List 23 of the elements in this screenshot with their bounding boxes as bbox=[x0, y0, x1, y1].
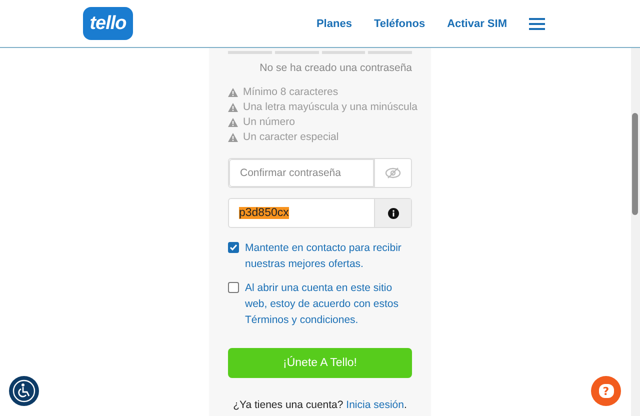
tello-logo[interactable]: tello bbox=[83, 7, 133, 40]
checkbox[interactable] bbox=[228, 242, 239, 253]
menu-icon[interactable] bbox=[529, 18, 545, 30]
requirement-text: Mínimo 8 caracteres bbox=[243, 86, 338, 98]
signin-prompt: ¿Ya tienes una cuenta? Inicia sesión. bbox=[232, 399, 408, 411]
signin-link[interactable]: Inicia sesión bbox=[346, 399, 404, 411]
checkbox-label: Al abrir una cuenta en este sitio web, estoy de acuerdo con estos Términos y condiciones. bbox=[245, 281, 400, 328]
scrollbar[interactable] bbox=[631, 48, 640, 416]
accessibility-button[interactable] bbox=[9, 376, 39, 406]
checkbox-label: Mantente en contacto para recibir nuestras mejores ofertas. bbox=[245, 241, 402, 272]
requirement-text: Una letra mayúscula y una minúscula bbox=[243, 101, 418, 113]
code-field[interactable]: p3d850cx bbox=[228, 198, 412, 228]
requirement-text: Un número bbox=[243, 116, 295, 128]
info-icon[interactable] bbox=[388, 208, 398, 218]
nav-link[interactable]: Activar SIM bbox=[447, 18, 507, 30]
nav-link[interactable]: Teléfonos bbox=[374, 18, 426, 30]
checkbox[interactable] bbox=[228, 282, 239, 293]
confirm-password-field[interactable]: Confirmar contraseña bbox=[228, 158, 412, 188]
help-button[interactable]: ? bbox=[591, 376, 621, 406]
accessibility-icon bbox=[12, 379, 36, 403]
requirement-text: Un caracter especial bbox=[243, 131, 339, 143]
strength-message: No se ha creado una contraseña bbox=[258, 62, 412, 74]
nav-link[interactable]: Planes bbox=[316, 18, 352, 30]
